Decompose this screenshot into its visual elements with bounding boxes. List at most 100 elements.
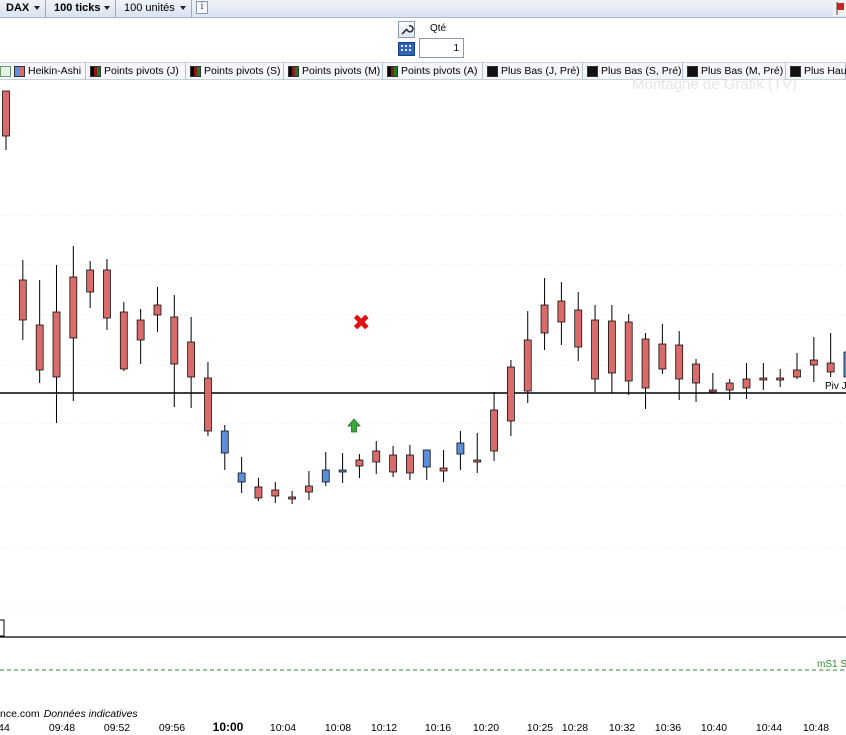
- candle-body: [456, 442, 465, 455]
- candle-body: [506, 366, 515, 422]
- x-tick-label: 10:08: [324, 722, 352, 734]
- legend-item[interactable]: Points pivots (J): [86, 63, 186, 80]
- candle-body: [305, 485, 313, 493]
- candle-body: [591, 319, 599, 380]
- candle-body: [473, 459, 482, 463]
- legend-item[interactable]: Points pivots (S): [186, 63, 284, 80]
- legend-label: Points pivots (M): [302, 65, 381, 77]
- candle-body: [103, 269, 111, 319]
- pivot-icon: [387, 66, 398, 77]
- candle-body: [52, 311, 61, 378]
- pivot-icon: [288, 66, 299, 77]
- candle-body: [204, 377, 212, 432]
- candle-body: [355, 459, 364, 467]
- period-dropdown[interactable]: 100 ticks: [48, 0, 116, 17]
- x-tick-label: 44: [0, 722, 10, 734]
- units-label: 100 unités: [124, 2, 175, 14]
- candle-body: [86, 269, 95, 293]
- chevron-down-icon: [104, 6, 110, 10]
- x-tick-label: 10:48: [802, 722, 830, 734]
- wrench-icon[interactable]: [398, 21, 415, 38]
- scale-box: [0, 619, 5, 637]
- qty-label: Qté: [430, 23, 447, 34]
- legend-label: Plus Bas (J, Pré): [501, 65, 580, 77]
- candle-body: [708, 389, 717, 393]
- keypad-glyph: [401, 45, 411, 51]
- green-up-arrow-icon[interactable]: [0, 66, 11, 77]
- candle-body: [119, 311, 128, 370]
- heikin-ashi-icon: [14, 66, 25, 77]
- source-note: Données indicatives: [43, 708, 138, 720]
- x-tick-label: 10:20: [472, 722, 500, 734]
- legend-item[interactable]: Heikin-Ashi: [0, 63, 86, 80]
- candle-body: [389, 454, 397, 473]
- chevron-down-icon: [34, 6, 40, 10]
- instrument-label: DAX: [6, 2, 30, 14]
- candle-body: [607, 320, 616, 374]
- candle-body: [523, 339, 532, 392]
- square-black-icon: [487, 66, 498, 77]
- candle-body: [153, 304, 162, 316]
- legend-label: Points pivots (J): [104, 65, 179, 77]
- legend-item[interactable]: Plus Bas (J, Pré): [483, 63, 583, 80]
- candle-body: [574, 309, 583, 348]
- candle-body: [18, 279, 27, 321]
- time-axis: 44 09:48 09:52 09:56 10:00 10:04 10:08 10:12 10:…: [0, 720, 846, 735]
- green-up-arrow-icon: [347, 418, 361, 433]
- candle-body: [2, 90, 10, 137]
- legend-item[interactable]: Points pivots (A): [383, 63, 483, 80]
- period-label: 100 ticks: [54, 2, 101, 14]
- candle-body: [372, 450, 381, 463]
- candle-body: [136, 319, 145, 341]
- candle-body: [321, 469, 330, 483]
- candle-body: [69, 276, 78, 339]
- qty-input[interactable]: 1: [419, 38, 464, 58]
- x-tick-label: 09:48: [48, 722, 76, 734]
- candle-body: [793, 369, 801, 378]
- candle-body: [809, 359, 818, 366]
- instrument-dropdown[interactable]: DAX: [0, 0, 46, 17]
- red-x-icon: ✖: [352, 311, 370, 336]
- candle-body: [776, 377, 785, 381]
- chevron-down-icon: [180, 6, 186, 10]
- info-icon[interactable]: i: [196, 1, 208, 14]
- candle-body: [742, 378, 751, 389]
- candle-body: [658, 343, 667, 370]
- candle-body: [406, 454, 414, 474]
- candle-body: [271, 489, 280, 497]
- x-tick-label: 10:44: [755, 722, 783, 734]
- candle-body: [540, 304, 549, 334]
- source-site: nce.com: [0, 708, 40, 720]
- x-tick-label: 10:36: [654, 722, 682, 734]
- x-tick-label: 10:16: [424, 722, 452, 734]
- candle-body: [254, 486, 263, 499]
- x-tick-label: 10:04: [269, 722, 297, 734]
- candle-body: [641, 338, 650, 389]
- candle-body: [725, 382, 734, 391]
- candle-body: [826, 362, 835, 373]
- candle-body: [237, 472, 246, 483]
- wrench-glyph: [401, 25, 414, 35]
- alert-flag-icon[interactable]: [833, 0, 846, 16]
- pivot-icon: [190, 66, 201, 77]
- x-tick-label: 10:25: [526, 722, 554, 734]
- pivot-label: Piv J: [825, 381, 846, 392]
- legend-label: Plus Hau: [804, 65, 846, 77]
- x-tick-label: 10:12: [370, 722, 398, 734]
- price-chart[interactable]: Piv J mS1 S ✖: [0, 80, 846, 710]
- support-label: mS1 S: [817, 659, 846, 670]
- candle-body: [288, 496, 297, 500]
- candle-body: [187, 341, 196, 378]
- candle-body: [557, 300, 566, 323]
- candle-body: [422, 449, 431, 468]
- keypad-icon[interactable]: [398, 42, 415, 56]
- candle-body: [624, 321, 633, 382]
- units-dropdown[interactable]: 100 unités: [118, 0, 192, 17]
- x-tick-label: 09:56: [158, 722, 186, 734]
- pivot-icon: [90, 66, 101, 77]
- legend-item[interactable]: Points pivots (M): [284, 63, 383, 80]
- square-black-icon: [587, 66, 598, 77]
- legend-label: Points pivots (A): [401, 65, 478, 77]
- candle-body: [220, 430, 229, 454]
- candle-body: [439, 467, 448, 472]
